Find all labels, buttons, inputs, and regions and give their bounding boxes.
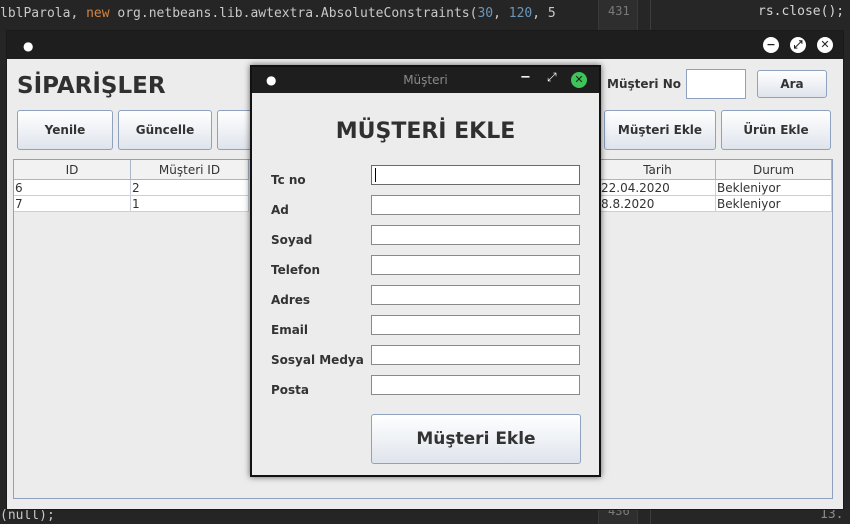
- add-customer-button[interactable]: Müşteri Ekle: [604, 110, 716, 150]
- cell-status[interactable]: Bekleniyor: [716, 180, 832, 196]
- soyad-field[interactable]: [371, 225, 580, 245]
- text-caret: [375, 168, 376, 182]
- adres-field[interactable]: [371, 285, 580, 305]
- add-product-button[interactable]: Ürün Ekle: [721, 110, 831, 150]
- cell-id[interactable]: 7: [14, 196, 131, 212]
- maximize-icon[interactable]: ⤢: [790, 37, 806, 53]
- code-token: ,: [493, 6, 509, 21]
- code-keyword: new: [86, 6, 110, 21]
- add-customer-dialog: ● Müşteri − ⤢ ✕ MÜŞTERİ EKLE Tc no Ad So…: [250, 65, 601, 477]
- search-button[interactable]: Ara: [757, 70, 827, 98]
- code-line-top: lblParola, new org.netbeans.lib.awtextra…: [0, 4, 556, 24]
- cell-status[interactable]: Bekleniyor: [716, 196, 832, 212]
- soyad-label: Soyad: [271, 233, 313, 247]
- close-icon[interactable]: ✕: [571, 72, 587, 88]
- maximize-icon[interactable]: ⤢: [547, 70, 557, 85]
- sosyal-medya-field[interactable]: [371, 345, 580, 365]
- cell-customer-id[interactable]: 2: [131, 180, 249, 196]
- minimize-icon[interactable]: −: [763, 37, 779, 53]
- column-header-id[interactable]: ID: [14, 160, 131, 180]
- window-titlebar[interactable]: ● − ⤢ ✕: [7, 31, 843, 59]
- update-button[interactable]: Güncelle: [118, 110, 212, 150]
- email-label: Email: [271, 323, 309, 337]
- close-icon[interactable]: ✕: [817, 37, 833, 53]
- telefon-label: Telefon: [271, 263, 320, 277]
- cell-id[interactable]: 6: [14, 180, 131, 196]
- customer-no-input[interactable]: [686, 69, 746, 99]
- column-header-customer-id[interactable]: Müşteri ID: [131, 160, 249, 180]
- code-token: lblParola,: [0, 6, 87, 21]
- cell-customer-id[interactable]: 1: [131, 196, 249, 212]
- posta-field[interactable]: [371, 375, 580, 395]
- line-number-top: 431: [608, 4, 630, 18]
- telefon-field[interactable]: [371, 255, 580, 275]
- column-header-date[interactable]: Tarih: [600, 160, 716, 180]
- dialog-titlebar[interactable]: ● Müşteri − ⤢ ✕: [252, 67, 599, 93]
- cell-date[interactable]: 22.04.2020: [600, 180, 716, 196]
- email-field[interactable]: [371, 315, 580, 335]
- code-number: 120: [508, 6, 533, 21]
- window-menu-icon[interactable]: ●: [23, 39, 33, 53]
- column-header-status[interactable]: Durum: [716, 160, 832, 180]
- page-title: SİPARİŞLER: [17, 73, 166, 99]
- posta-label: Posta: [271, 383, 310, 397]
- code-token: org.netbeans.lib.awtextra.AbsoluteConstr…: [109, 6, 478, 21]
- minimize-icon[interactable]: −: [520, 70, 531, 85]
- sosyal-medya-label: Sosyal Medya: [271, 353, 364, 367]
- ad-field[interactable]: [371, 195, 580, 215]
- refresh-button[interactable]: Yenile: [17, 110, 113, 150]
- tc-no-field[interactable]: [371, 165, 580, 185]
- cell-date[interactable]: 8.8.2020: [600, 196, 716, 212]
- submit-customer-button[interactable]: Müşteri Ekle: [371, 414, 581, 464]
- tc-no-label: Tc no: [271, 173, 306, 187]
- code-number: 30: [477, 6, 494, 21]
- adres-label: Adres: [271, 293, 311, 307]
- ad-label: Ad: [271, 203, 289, 217]
- code-token: , 5: [532, 6, 556, 21]
- customer-no-label: Müşteri No: [607, 77, 681, 91]
- dialog-heading: MÜŞTERİ EKLE: [335, 119, 516, 144]
- code-right-line: rs.close();: [758, 4, 845, 19]
